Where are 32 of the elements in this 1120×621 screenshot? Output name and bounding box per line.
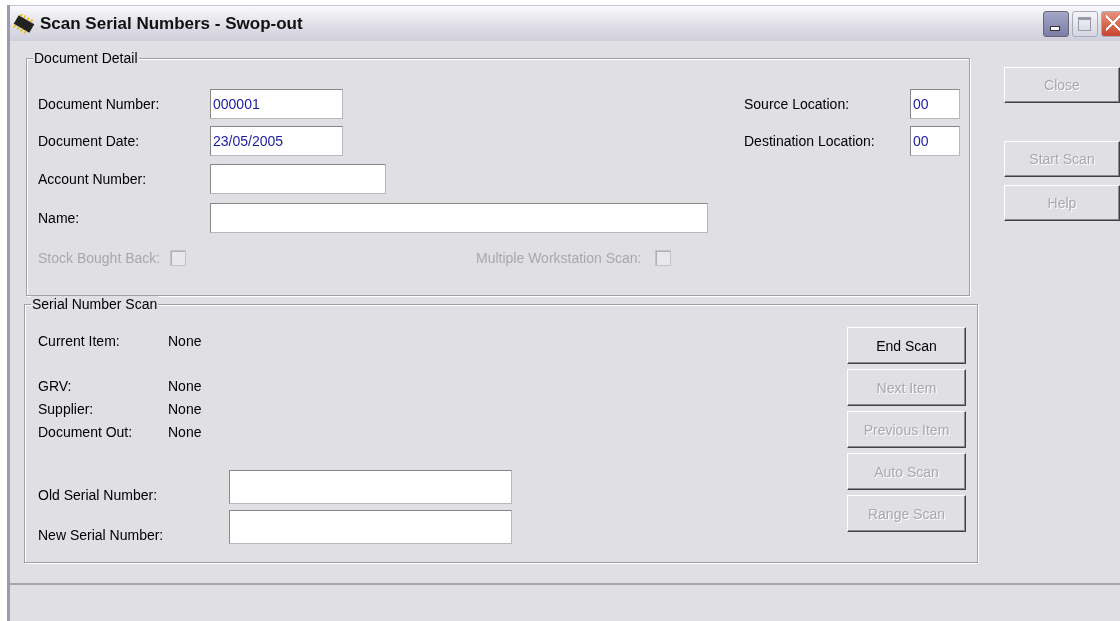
field-label: Old Serial Number:: [38, 486, 159, 503]
info-value: None: [168, 400, 202, 417]
field-label: Destination Location:: [744, 132, 876, 149]
field-label: New Serial Number:: [38, 526, 165, 543]
info-label: GRV:: [38, 377, 73, 394]
group-title: Serial Number Scan: [31, 296, 159, 312]
window-title: Scan Serial Numbers - Swop-out: [40, 13, 304, 34]
input-field[interactable]: 000001: [210, 88, 343, 119]
field-label: Name:: [38, 209, 81, 226]
field-label: Account Number:: [38, 171, 148, 187]
input-field[interactable]: 00: [910, 88, 960, 119]
field-label: Source Location:: [744, 95, 851, 112]
button[interactable]: End Scan: [847, 327, 966, 364]
minimize-button[interactable]: [1043, 11, 1069, 37]
field-label: Document Date:: [38, 132, 141, 149]
input-field[interactable]: [210, 202, 708, 233]
info-label: Document Out:: [38, 423, 134, 440]
info-value: None: [168, 423, 202, 440]
checkbox-label: Multiple Workstation Scan:: [476, 250, 642, 266]
info-label: Current Item:: [38, 332, 121, 349]
info-value: None: [168, 332, 202, 349]
input-field[interactable]: 23/05/2005: [210, 125, 343, 156]
checkbox-label: Stock Bought Back:: [38, 250, 161, 266]
input-field[interactable]: [229, 510, 512, 544]
input-field[interactable]: [210, 164, 386, 194]
info-value: None: [168, 377, 202, 394]
field-label: Document Number:: [38, 95, 161, 112]
input-field[interactable]: [229, 470, 512, 504]
close-button[interactable]: [1101, 11, 1120, 37]
group-title: Document Detail: [33, 50, 139, 66]
input-field[interactable]: 00: [910, 125, 960, 156]
info-label: Supplier:: [38, 400, 95, 417]
